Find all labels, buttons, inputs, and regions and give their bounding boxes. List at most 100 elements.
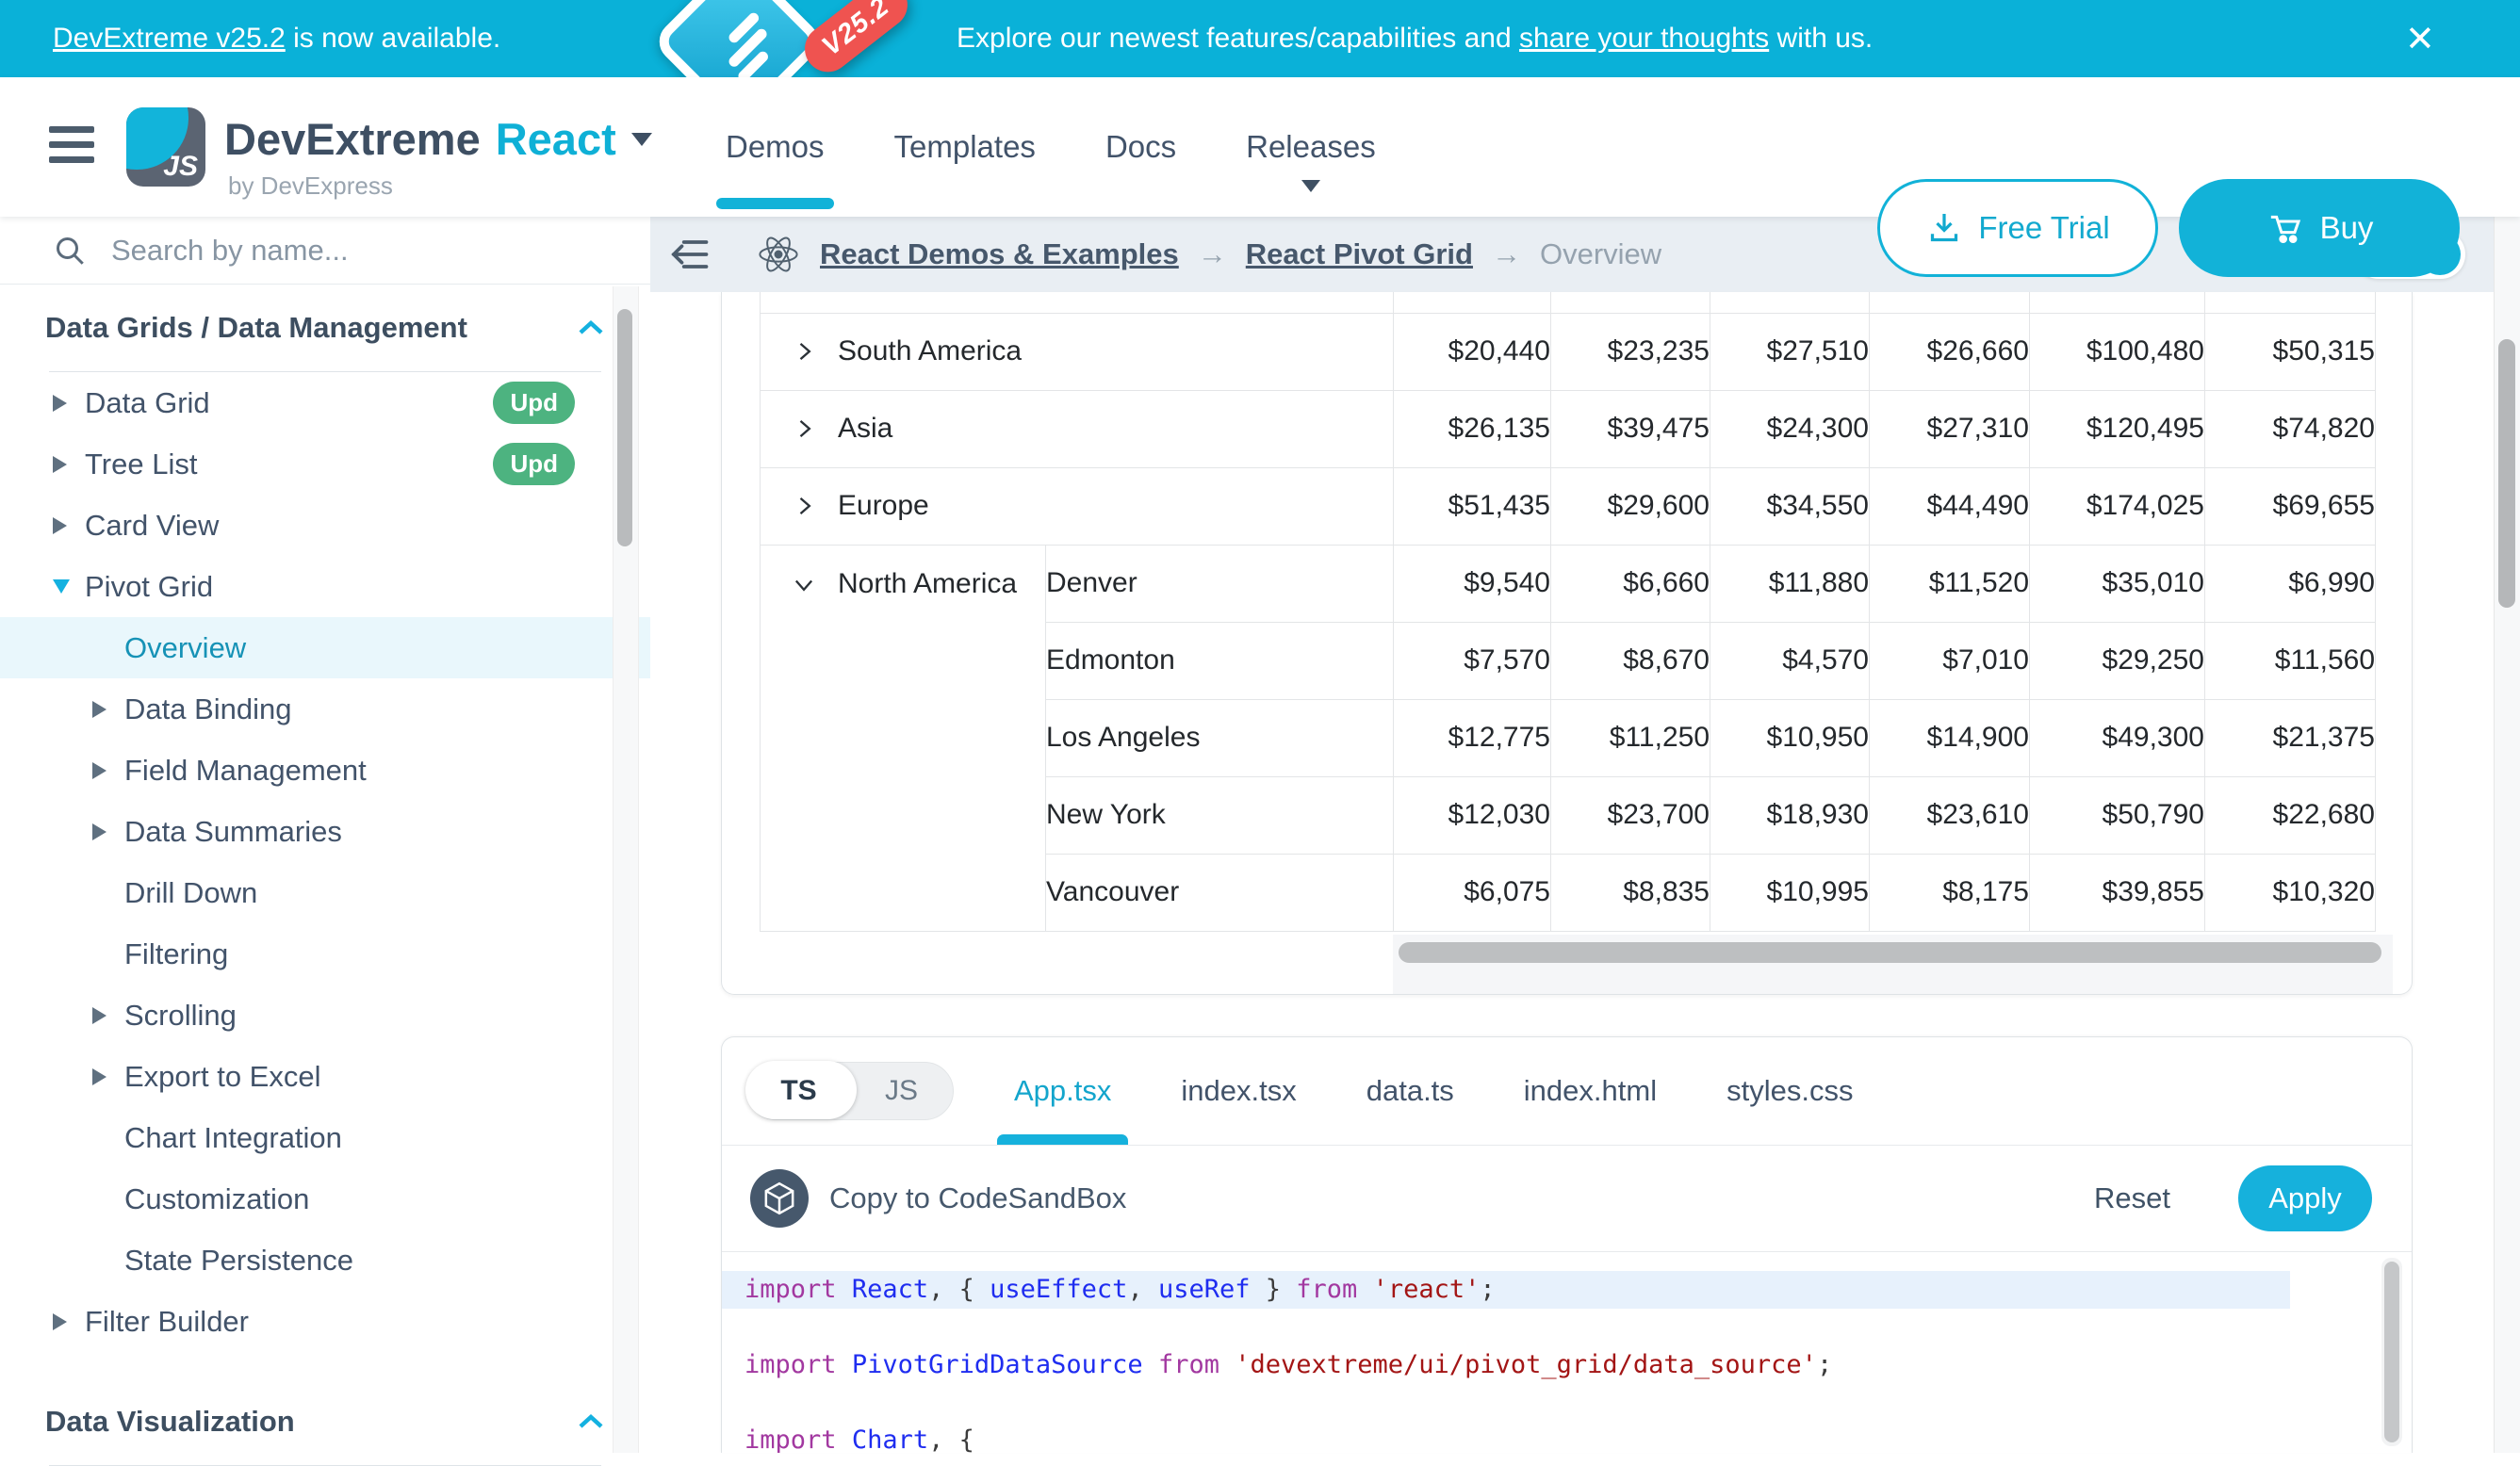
pivot-value-cell: $27,310	[1870, 390, 2030, 467]
lang-option-ts[interactable]: TS	[747, 1075, 850, 1107]
sidebar-item-label: Customization	[124, 1182, 309, 1216]
sidebar-item-overview[interactable]: Overview	[0, 617, 650, 678]
banner-close-icon[interactable]: ✕	[2405, 0, 2435, 77]
pivot-city-row: North AmericaDenver$9,540$6,660$11,880$1…	[761, 545, 2376, 622]
sidebar-section-data-visualization[interactable]: Data Visualization	[0, 1378, 650, 1465]
pivot-value-cell: $39,475	[1551, 390, 1710, 467]
sidebar-scrollbar-thumb[interactable]	[617, 309, 632, 546]
code-tabs-row: TSJS App.tsx index.tsx data.ts index.html st…	[722, 1037, 2412, 1146]
brand-title[interactable]: DevExtreme React	[224, 113, 652, 165]
pivot-hscroll-thumb[interactable]	[1399, 942, 2381, 963]
pivot-region-cell[interactable]: Asia	[761, 390, 1394, 467]
pivot-value-cell: $35,010	[2030, 545, 2205, 622]
pivot-value-cell: $174,025	[2030, 467, 2205, 545]
expand-row-icon[interactable]	[791, 415, 817, 442]
sidebar-item-filtering[interactable]: Filtering	[0, 923, 650, 985]
breadcrumb-react-pivot-grid[interactable]: React Pivot Grid	[1246, 237, 1473, 271]
code-panel-card: TSJS App.tsx index.tsx data.ts index.html st…	[721, 1036, 2413, 1453]
code-blank-line	[722, 1309, 2412, 1346]
apply-button[interactable]: Apply	[2238, 1165, 2372, 1231]
pivot-value-cell: $69,655	[2205, 467, 2376, 545]
pivot-region-row: Europe$51,435$29,600$34,550$44,490$174,0…	[761, 467, 2376, 545]
banner-version-link[interactable]: DevExtreme v25.2	[53, 23, 286, 55]
share-thoughts-link[interactable]: share your thoughts	[1519, 23, 1769, 55]
sidebar-item-data-summaries[interactable]: Data Summaries	[0, 801, 650, 862]
pivot-value-cell: $10,950	[1710, 699, 1870, 776]
code-scrollbar-thumb[interactable]	[2384, 1262, 2399, 1442]
code-editor[interactable]: import React, { useEffect, useRef } from…	[722, 1252, 2412, 1453]
sidebar-item-scrolling[interactable]: Scrolling	[0, 985, 650, 1046]
sidebar-item-export-to-excel[interactable]: Export to Excel	[0, 1046, 650, 1107]
chevron-right-icon	[53, 1313, 85, 1330]
sidebar-item-state-persistence[interactable]: State Persistence	[0, 1230, 650, 1291]
sidebar: Data Grids / Data ManagementData GridUpd…	[0, 217, 650, 1453]
codesandbox-icon[interactable]	[750, 1169, 809, 1228]
sidebar-item-filter-builder[interactable]: Filter Builder	[0, 1291, 650, 1352]
collapse-row-icon[interactable]	[791, 571, 817, 597]
breadcrumb: React Demos & Examples→React Pivot Grid→…	[756, 234, 1661, 275]
file-tab-data-ts[interactable]: data.ts	[1366, 1037, 1454, 1145]
pivot-cut-cell	[1551, 292, 1710, 313]
expand-row-icon[interactable]	[791, 493, 817, 519]
search-input[interactable]	[109, 233, 518, 269]
lang-option-js[interactable]: JS	[850, 1075, 953, 1107]
file-tab-index-html[interactable]: index.html	[1524, 1037, 1657, 1145]
expand-row-icon[interactable]	[791, 338, 817, 365]
search-bar	[0, 217, 650, 285]
sidebar-item-card-view[interactable]: Card View	[0, 495, 650, 556]
sidebar-item-customization[interactable]: Customization	[0, 1168, 650, 1230]
file-tab-index-tsx[interactable]: index.tsx	[1181, 1037, 1296, 1145]
pivot-city-cell: New York	[1046, 776, 1394, 854]
nav-item-templates[interactable]: Templates	[894, 77, 1036, 217]
pivot-value-cell: $12,030	[1394, 776, 1551, 854]
sidebar-item-data-grid[interactable]: Data GridUpd	[0, 372, 650, 433]
breadcrumb-separator: →	[1492, 237, 1521, 271]
pivot-region-cell[interactable]: South America	[761, 313, 1394, 390]
sidebar-item-drill-down[interactable]: Drill Down	[0, 862, 650, 923]
copy-to-codesandbox-label[interactable]: Copy to CodeSandBox	[829, 1181, 1126, 1215]
sidebar-item-chart-integration[interactable]: Chart Integration	[0, 1107, 650, 1168]
reset-button[interactable]: Reset	[2094, 1181, 2170, 1215]
sidebar-collapse-icon[interactable]	[663, 232, 712, 277]
pivot-value-cell: $27,510	[1710, 313, 1870, 390]
nav-item-docs[interactable]: Docs	[1105, 77, 1176, 217]
lang-toggle[interactable]: TSJS	[746, 1062, 954, 1120]
nav-item-releases[interactable]: Releases	[1246, 77, 1376, 217]
sidebar-item-label: Tree List	[85, 448, 197, 481]
react-icon	[756, 234, 801, 275]
free-trial-button[interactable]: Free Trial	[1877, 179, 2158, 277]
pivot-region-cell[interactable]: North America	[761, 545, 1046, 931]
file-tab-app-tsx[interactable]: App.tsx	[1014, 1037, 1111, 1145]
nav-item-demos[interactable]: Demos	[726, 77, 825, 217]
breadcrumb-react-demos-examples[interactable]: React Demos & Examples	[820, 237, 1179, 271]
hamburger-menu-icon[interactable]	[49, 126, 96, 168]
sidebar-section-data-grids-data-management[interactable]: Data Grids / Data Management	[0, 285, 650, 371]
devextreme-js-logo[interactable]: JS	[126, 107, 205, 187]
chevron-up-icon	[577, 318, 605, 338]
file-tab-styles-css[interactable]: styles.css	[1726, 1037, 1853, 1145]
version-badge: V25.2	[795, 0, 917, 77]
pivot-value-cell: $7,010	[1870, 622, 2030, 699]
pivot-value-cell: $6,990	[2205, 545, 2376, 622]
pivot-city-cell: Edmonton	[1046, 622, 1394, 699]
sidebar-item-pivot-grid[interactable]: Pivot Grid	[0, 556, 650, 617]
pivot-cut-cell	[1870, 292, 2030, 313]
pivot-value-cell: $6,660	[1551, 545, 1710, 622]
pivot-value-cell: $26,660	[1870, 313, 2030, 390]
pivot-value-cell: $24,300	[1710, 390, 1870, 467]
sidebar-item-tree-list[interactable]: Tree ListUpd	[0, 433, 650, 495]
pivot-value-cell: $120,495	[2030, 390, 2205, 467]
pivot-value-cell: $6,075	[1394, 854, 1551, 931]
platform-dropdown-caret-icon[interactable]	[631, 133, 652, 156]
pivot-grid-table: South America$20,440$23,235$27,510$26,66…	[760, 292, 2376, 932]
pivot-cut-cell	[2030, 292, 2205, 313]
sidebar-item-data-binding[interactable]: Data Binding	[0, 678, 650, 740]
pivot-value-cell: $23,610	[1870, 776, 2030, 854]
pivot-region-cell[interactable]: Europe	[761, 467, 1394, 545]
pivot-value-cell: $100,480	[2030, 313, 2205, 390]
buy-button[interactable]: Buy	[2179, 179, 2460, 277]
sidebar-item-field-management[interactable]: Field Management	[0, 740, 650, 801]
main-nav: Demos Templates Docs Releases	[726, 77, 1376, 217]
page-scrollbar-thumb[interactable]	[2498, 339, 2515, 608]
pivot-value-cell: $51,435	[1394, 467, 1551, 545]
